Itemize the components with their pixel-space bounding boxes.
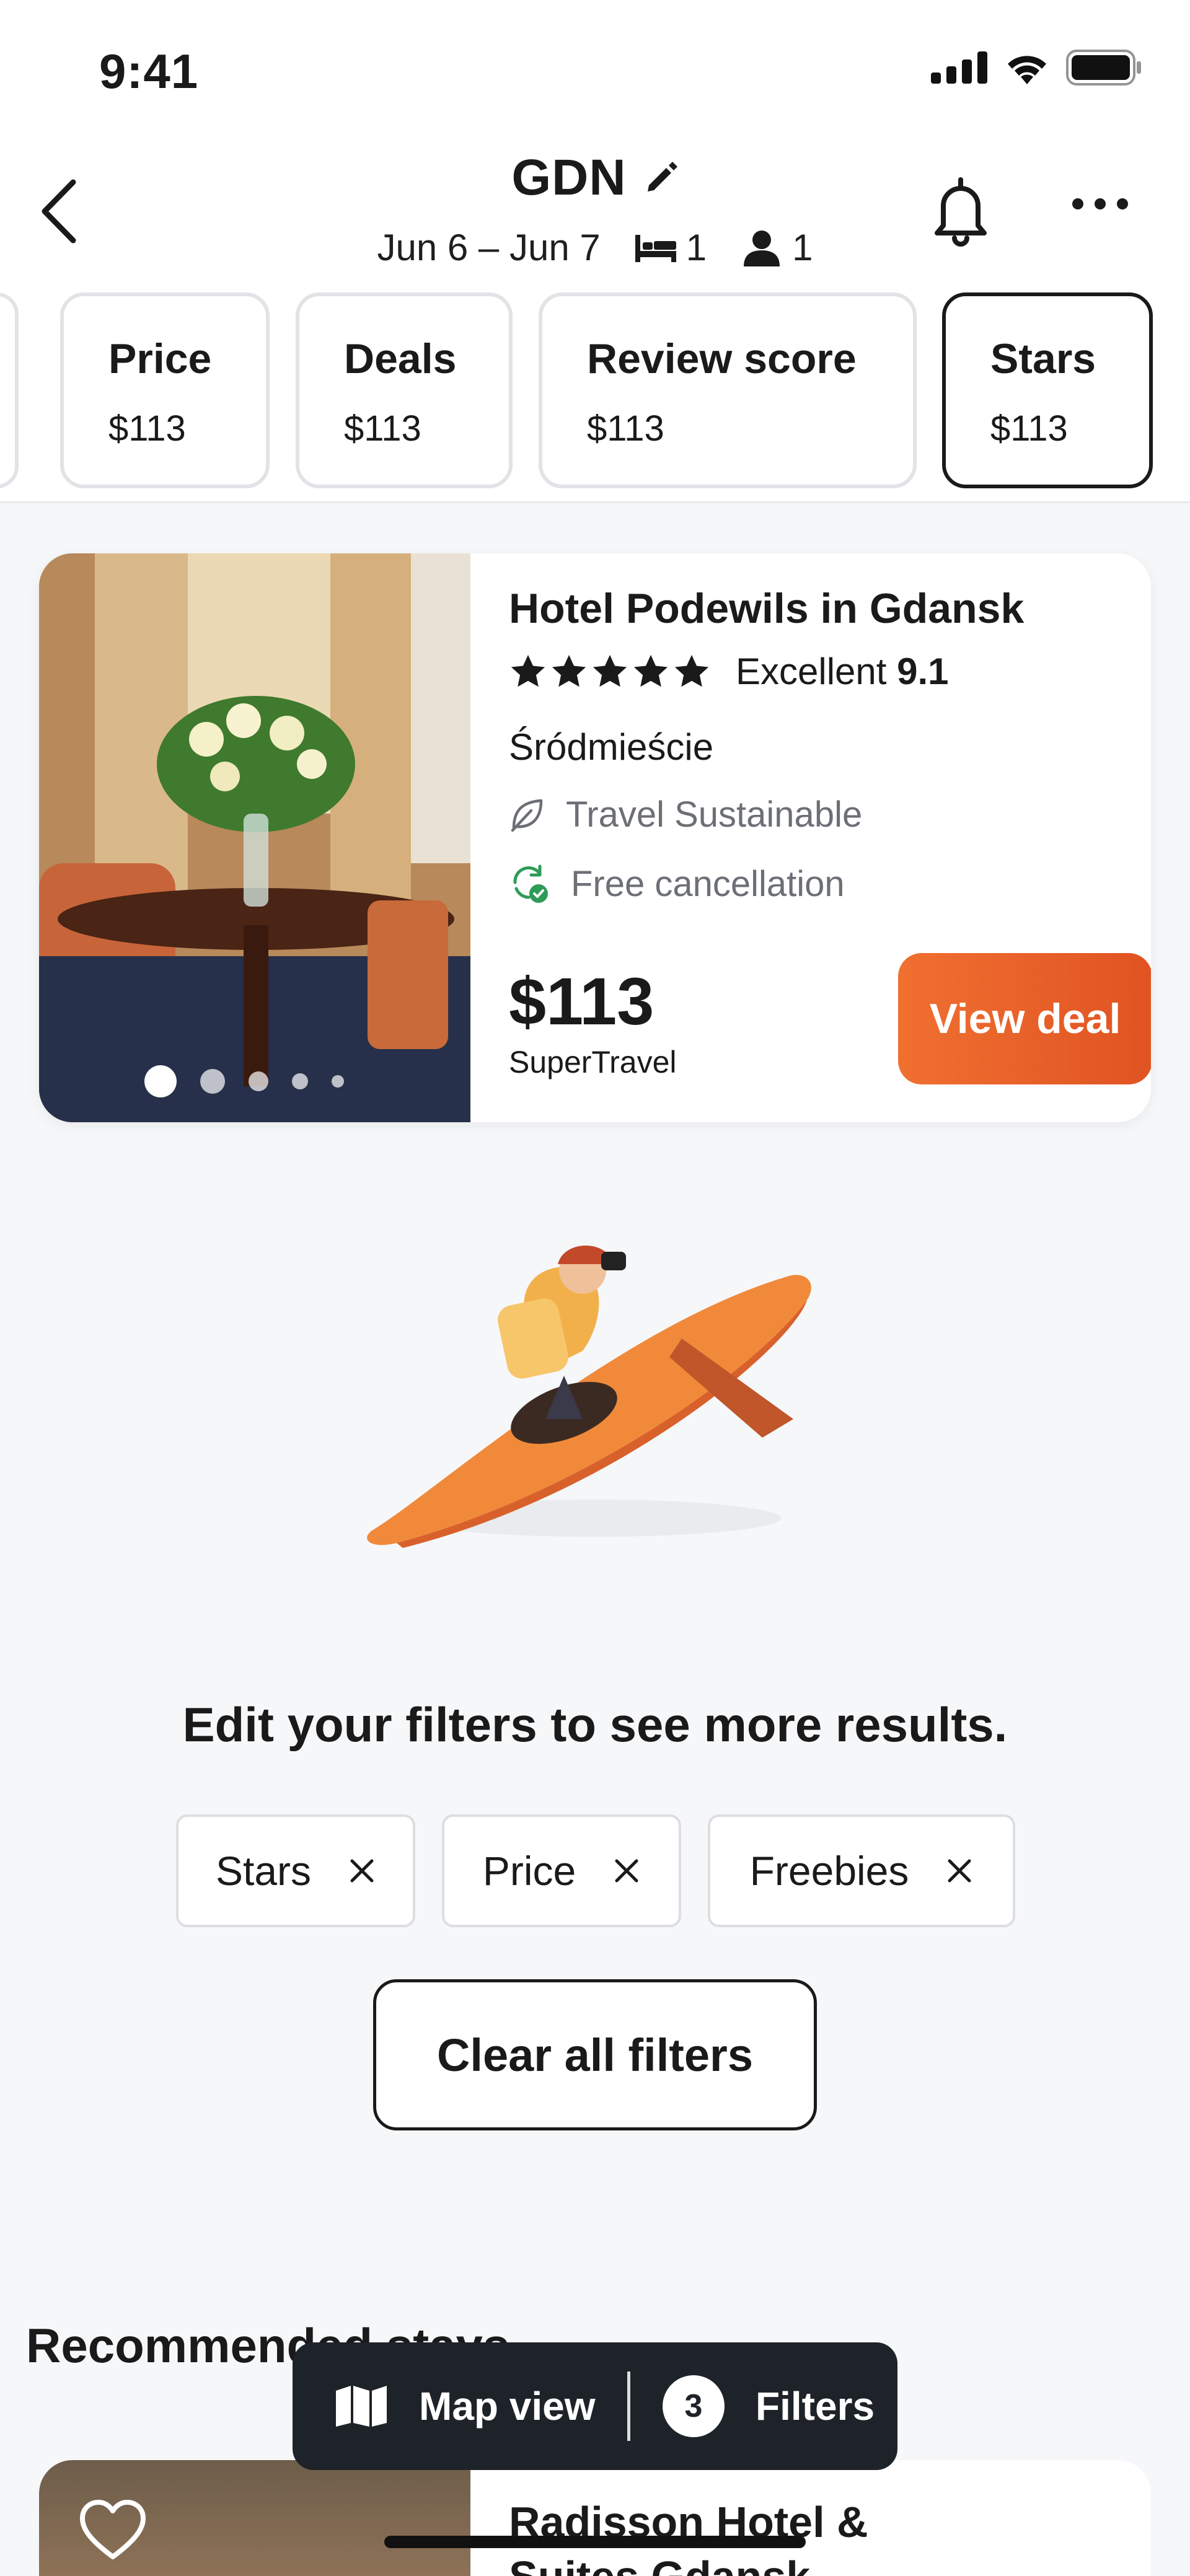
bed-icon (635, 234, 676, 262)
chip-label: Deals (344, 335, 457, 382)
star-icon (593, 654, 627, 687)
hotel-district: Śródmieście (509, 726, 714, 768)
chip-price: $113 (108, 408, 186, 449)
status-time: 9:41 (99, 44, 199, 99)
chip-price: $113 (990, 408, 1068, 449)
page-title: GDN (511, 149, 627, 206)
star-rating (509, 653, 711, 691)
edit-pencil-icon[interactable] (644, 160, 679, 195)
battery-icon (1066, 50, 1141, 86)
active-filters: Stars Price Freebies (0, 1814, 1190, 1927)
filter-chip-stars[interactable]: Stars (176, 1814, 415, 1927)
sort-chip-price[interactable]: Price $113 (60, 292, 270, 488)
filter-label: Freebies (749, 1848, 909, 1894)
sort-chips: Price $113 Deals $113 Review score $113 … (0, 292, 1190, 490)
filters-label: Filters (756, 2384, 875, 2429)
empty-state-title: Edit your filters to see more results. (182, 1697, 1008, 1752)
filters-button[interactable]: 3 Filters (630, 2375, 875, 2437)
close-icon[interactable] (348, 1857, 376, 1884)
hotel-price: $113 (509, 964, 654, 1039)
kayak-illustration (367, 1246, 811, 1548)
refresh-check-icon (513, 864, 548, 903)
cellular-signal-icon (931, 51, 987, 84)
chip-price: $113 (344, 408, 421, 449)
close-icon[interactable] (946, 1857, 973, 1884)
filter-chip-price[interactable]: Price (442, 1814, 681, 1927)
guests-count: 1 (792, 227, 813, 268)
clear-all-filters-button[interactable]: Clear all filters (373, 1979, 817, 2130)
filters-count-badge: 3 (663, 2375, 725, 2437)
chip-price: $113 (587, 408, 664, 449)
chip-label: Price (108, 335, 212, 382)
date-range: Jun 6 – Jun 7 (377, 227, 601, 268)
recommended-hotel-card[interactable]: Radisson Hotel & Suites Gdansk (39, 2460, 1151, 2576)
star-icon (633, 654, 668, 687)
rating-word: Excellent (736, 651, 887, 692)
map-view-button[interactable]: Map view (293, 2383, 627, 2429)
map-view-label: Map view (419, 2384, 596, 2429)
wifi-icon (1008, 56, 1046, 84)
sort-chip-review-score[interactable]: Review score $113 (539, 292, 917, 488)
sort-chip-partial[interactable] (0, 292, 19, 488)
sort-chip-stars[interactable]: Stars $113 (942, 292, 1153, 488)
hotel-photo[interactable] (39, 553, 470, 1122)
header: 9:41 GDN Jun 6 – Jun 7 1 1 Price $113 De… (0, 0, 1190, 503)
rooms-count: 1 (685, 227, 707, 268)
star-icon (552, 654, 586, 687)
search-title[interactable]: GDN (0, 149, 1190, 207)
close-icon[interactable] (613, 1857, 640, 1884)
sort-chip-deals[interactable]: Deals $113 (296, 292, 513, 488)
photo-pagination[interactable] (144, 1065, 344, 1097)
hotel-rating: Excellent 9.1 (509, 650, 949, 693)
filter-label: Price (482, 1848, 576, 1894)
star-icon (511, 654, 545, 687)
feature-label: Travel Sustainable (566, 794, 863, 835)
chip-label: Stars (990, 335, 1096, 382)
recommended-hotel-photo[interactable] (39, 2460, 470, 2576)
more-options-icon[interactable] (1072, 198, 1128, 209)
hotel-card[interactable]: Hotel Podewils in Gdansk Excellent 9.1 Ś… (39, 553, 1151, 1122)
hotel-name: Hotel Podewils in Gdansk (509, 585, 1025, 632)
star-icon (674, 654, 709, 687)
leaf-icon (511, 799, 543, 832)
hotel-room-image (39, 553, 470, 1122)
divider (627, 2372, 630, 2441)
search-summary: Jun 6 – Jun 7 1 1 (0, 226, 1190, 269)
rating-score: 9.1 (897, 651, 949, 692)
chip-label: Review score (587, 335, 857, 382)
filter-label: Stars (215, 1848, 312, 1894)
status-icons (931, 50, 1142, 86)
person-icon (744, 230, 780, 266)
notification-bell-icon[interactable] (930, 174, 992, 248)
price-provider: SuperTravel (509, 1045, 677, 1079)
feature-label: Free cancellation (571, 864, 845, 904)
heart-icon[interactable] (79, 2500, 147, 2562)
home-indicator[interactable] (384, 2536, 806, 2548)
filter-chip-freebies[interactable]: Freebies (708, 1814, 1015, 1927)
map-icon (336, 2386, 387, 2427)
feature-free-cancellation: Free cancellation (509, 863, 845, 905)
feature-travel-sustainable: Travel Sustainable (509, 794, 862, 835)
view-deal-button[interactable]: View deal (898, 953, 1151, 1084)
hotel-details: Hotel Podewils in Gdansk Excellent 9.1 Ś… (509, 553, 1151, 1122)
floating-action-bar: Map view 3 Filters (293, 2342, 897, 2470)
